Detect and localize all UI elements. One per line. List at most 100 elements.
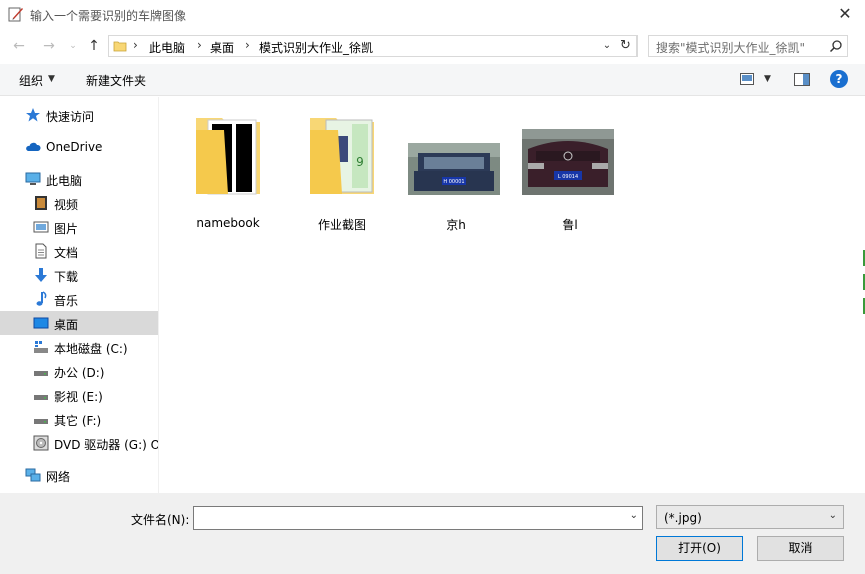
sidebar-item-label: 办公 (D:) xyxy=(54,366,105,380)
dvd-icon xyxy=(33,435,49,451)
breadcrumb-desktop[interactable]: 桌面 xyxy=(210,39,234,56)
system-drive-icon xyxy=(34,341,48,353)
license-plate-text: L 09014 xyxy=(558,174,578,180)
sidebar-item-label: 其它 (F:) xyxy=(54,414,102,428)
file-item-folder[interactable]: 9 作业截图 xyxy=(294,112,390,232)
file-item-label: 鲁l xyxy=(562,218,578,232)
view-options-icon[interactable] xyxy=(740,73,754,85)
help-icon[interactable]: ? xyxy=(830,70,848,88)
filetype-value: (*.jpg) xyxy=(664,511,702,525)
organize-button[interactable]: 组织 xyxy=(19,72,43,89)
sidebar-item-downloads[interactable]: 下载 xyxy=(0,263,158,287)
folder-icon xyxy=(113,41,127,52)
cancel-button[interactable]: 取消 xyxy=(757,536,844,561)
chevron-right-icon: › xyxy=(197,38,202,52)
sidebar-item-label: 网络 xyxy=(46,470,71,484)
arrow-left-icon: ← xyxy=(13,38,25,54)
car-photo-thumbnail: H 00001 xyxy=(408,143,500,195)
navigation-pane: 快速访问 OneDrive 此电脑 视频 图片 文档 下载 音乐 桌面 本地磁盘… xyxy=(0,97,158,493)
folder-icon: 9 xyxy=(310,118,374,194)
document-icon xyxy=(35,243,47,259)
dialog-footer: 文件名(N): ⌄ (*.jpg) ⌄ 打开(O) 取消 xyxy=(0,493,865,574)
sidebar-item-pictures[interactable]: 图片 xyxy=(0,215,158,239)
picture-icon xyxy=(33,221,49,233)
search-icon xyxy=(829,40,842,53)
sidebar-item-onedrive[interactable]: OneDrive xyxy=(0,135,158,159)
star-icon xyxy=(26,108,40,122)
close-button[interactable]: ✕ xyxy=(830,2,860,26)
close-icon: ✕ xyxy=(838,4,852,23)
address-bar[interactable]: › 此电脑 › 桌面 › 模式识别大作业_徐凯 ⌄ xyxy=(108,35,638,57)
sidebar-item-this-pc[interactable]: 此电脑 xyxy=(0,167,158,191)
arrow-up-icon: ↑ xyxy=(88,38,100,54)
filename-label: 文件名(N): xyxy=(131,513,190,527)
sidebar-item-drive-d[interactable]: 办公 (D:) xyxy=(0,359,158,383)
sidebar-item-documents[interactable]: 文档 xyxy=(0,239,158,263)
filetype-select[interactable]: (*.jpg) ⌄ xyxy=(656,505,844,529)
drive-icon xyxy=(34,371,48,376)
window-title: 输入一个需要识别的车牌图像 xyxy=(30,9,187,23)
command-toolbar: 组织 ▼ 新建文件夹 ▼ ? xyxy=(0,64,865,96)
drive-icon xyxy=(34,395,48,400)
sidebar-item-label: 快速访问 xyxy=(46,110,95,124)
chevron-right-icon: › xyxy=(245,38,250,52)
chevron-right-icon: › xyxy=(133,38,138,52)
file-item-label: 作业截图 xyxy=(317,218,366,232)
sidebar-item-quick-access[interactable]: 快速访问 xyxy=(0,103,158,127)
license-plate-text: H 00001 xyxy=(443,179,464,185)
chevron-down-icon: ⌄ xyxy=(828,510,837,521)
sidebar-item-label: 音乐 xyxy=(54,294,79,308)
file-item-image[interactable]: H 00001 京h xyxy=(408,112,504,232)
sidebar-item-desktop[interactable]: 桌面 xyxy=(0,311,158,335)
search-box[interactable]: 搜索"模式识别大作业_徐凯" xyxy=(648,35,848,57)
preview-pane-icon[interactable] xyxy=(794,73,810,86)
sidebar-item-network[interactable]: 网络 xyxy=(0,463,158,487)
desktop-icon xyxy=(33,317,49,329)
chevron-down-icon[interactable]: ⌄ xyxy=(630,510,638,521)
caret-down-icon: ▼ xyxy=(48,74,55,84)
view-caret-icon[interactable]: ▼ xyxy=(764,74,771,84)
filename-input[interactable]: ⌄ xyxy=(193,506,643,530)
video-icon xyxy=(35,196,47,210)
file-item-image[interactable]: L 09014 鲁l xyxy=(522,112,618,232)
download-icon xyxy=(35,268,47,282)
chevron-down-icon: ⌄ xyxy=(69,41,77,51)
car-photo-thumbnail: L 09014 xyxy=(522,129,614,195)
title-bar: 输入一个需要识别的车牌图像 ✕ xyxy=(0,0,865,30)
cloud-icon xyxy=(26,142,41,151)
arrow-right-icon: → xyxy=(43,38,55,54)
sidebar-item-label: 文档 xyxy=(54,246,79,260)
drive-icon xyxy=(34,419,48,424)
sidebar-item-label: 影视 (E:) xyxy=(54,390,103,404)
recent-locations-button[interactable]: ⌄ xyxy=(62,36,84,56)
breadcrumb-this-pc[interactable]: 此电脑 xyxy=(149,39,185,56)
breadcrumb-current-folder[interactable]: 模式识别大作业_徐凯 xyxy=(259,39,373,56)
sidebar-item-music[interactable]: 音乐 xyxy=(0,287,158,311)
computer-icon xyxy=(25,172,41,185)
sidebar-item-label: 本地磁盘 (C:) xyxy=(54,342,128,356)
sidebar-item-videos[interactable]: 视频 xyxy=(0,191,158,215)
sidebar-item-label: 桌面 xyxy=(54,318,79,332)
sidebar-item-drive-f[interactable]: 其它 (F:) xyxy=(0,407,158,431)
up-button[interactable]: ↑ xyxy=(83,36,105,56)
sidebar-item-label: 图片 xyxy=(54,222,79,236)
file-item-label: namebook xyxy=(196,216,260,230)
sidebar-item-label: 此电脑 xyxy=(46,174,83,188)
sidebar-item-label: OneDrive xyxy=(46,140,103,154)
window-edge-decoration xyxy=(861,250,865,450)
refresh-button[interactable]: ↻ xyxy=(615,35,637,57)
sidebar-item-label: 下载 xyxy=(54,270,79,284)
sidebar-item-dvd-drive[interactable]: DVD 驱动器 (G:) O xyxy=(0,431,158,455)
folder-icon xyxy=(196,118,260,195)
open-button[interactable]: 打开(O) xyxy=(656,536,743,561)
forward-button[interactable]: → xyxy=(38,36,60,56)
back-button[interactable]: ← xyxy=(8,36,30,56)
address-dropdown-button[interactable]: ⌄ xyxy=(599,37,615,55)
svg-text:9: 9 xyxy=(356,155,364,169)
new-folder-button[interactable]: 新建文件夹 xyxy=(86,72,146,89)
file-item-label: 京h xyxy=(446,218,466,232)
sidebar-item-drive-e[interactable]: 影视 (E:) xyxy=(0,383,158,407)
sidebar-item-drive-c[interactable]: 本地磁盘 (C:) xyxy=(0,335,158,359)
file-item-folder[interactable]: namebook xyxy=(180,112,276,230)
app-icon xyxy=(8,7,23,22)
